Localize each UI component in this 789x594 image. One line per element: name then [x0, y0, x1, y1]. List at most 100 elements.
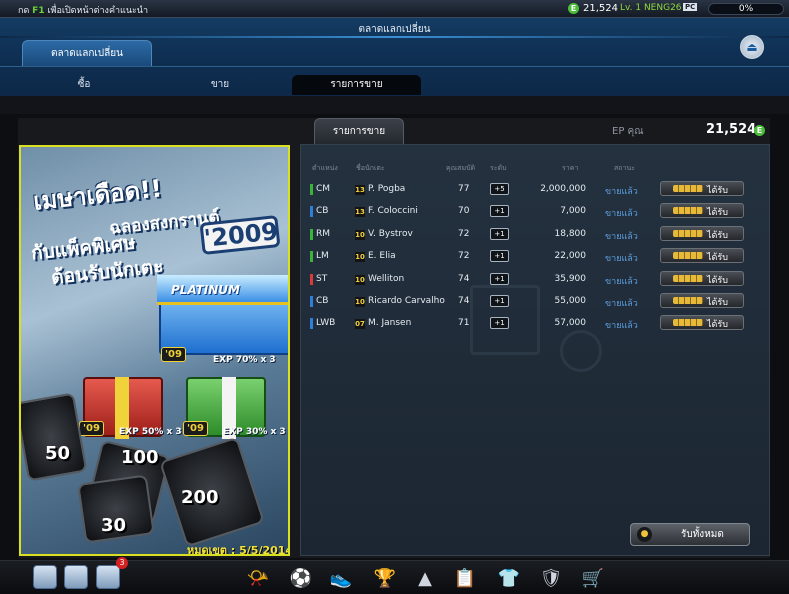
ep-coin-icon: E [568, 3, 579, 14]
claim-all-button[interactable]: ● รับทั้งหมด [630, 523, 750, 546]
notepad-icon[interactable]: 📋 [452, 565, 478, 591]
table-row[interactable]: RM 10 V. Bystrov 72 +1 18,800 ขายแล้ว ได้รับ [310, 225, 760, 245]
row-rating: 72 [458, 251, 470, 262]
row-rating: 77 [458, 184, 470, 194]
subtab-sale-list[interactable]: รายการขาย [292, 75, 421, 95]
table-row[interactable]: ST 10 Welliton 74 +1 35,900 ขายแล้ว ได้รับ [310, 270, 760, 290]
platinum-exp: EXP 70% x 3 [213, 355, 276, 365]
trophy-icon[interactable]: 🏆 [372, 565, 398, 591]
receive-label: ได้รับ [707, 320, 728, 331]
receive-label: ได้รับ [707, 275, 728, 286]
coins-icon [673, 207, 703, 215]
row-rating: 72 [458, 228, 470, 239]
title-divider [0, 36, 789, 38]
receive-button[interactable]: ได้รับ [660, 248, 744, 264]
receive-button[interactable]: ได้รับ [660, 181, 744, 196]
subtab-sell[interactable]: ขาย [180, 75, 260, 95]
row-player-name[interactable]: Welliton [368, 274, 404, 284]
receive-button[interactable]: ได้รับ [660, 225, 744, 241]
coins-icon [673, 252, 703, 260]
row-upgrade: +1 [490, 295, 509, 307]
row-price: 18,800 [554, 228, 587, 239]
row-rating: 70 [458, 206, 470, 217]
jersey-icon[interactable]: 👕 [496, 565, 522, 591]
row-price: 35,900 [554, 273, 587, 284]
ep-coin-icon: E [754, 125, 765, 136]
table-row[interactable]: LWB 07 M. Jansen 71 +1 57,000 ขายแล้ว ได้รับ [310, 314, 760, 334]
receive-button[interactable]: ได้รับ [660, 293, 744, 308]
season-badge: 10 [355, 297, 365, 307]
row-player-name[interactable]: Ricardo Carvalho [368, 296, 445, 306]
row-price: 22,000 [554, 251, 587, 262]
ranking-icon[interactable]: ▲ [412, 565, 438, 591]
row-status: ขายแล้ว [605, 299, 638, 309]
table-row[interactable]: LM 10 E. Elia 72 +1 22,000 ขายแล้ว ได้รับ [310, 247, 760, 267]
red-exp: EXP 50% x 3 [119, 427, 182, 437]
row-player-name[interactable]: P. Pogba [368, 184, 405, 194]
ball-icon[interactable]: ⚽ [288, 565, 314, 591]
table-row[interactable]: CM 13 P. Pogba 77 +5 2,000,000 ขายแล้ว ได้รับ [310, 180, 760, 200]
col-status: สถานะ [614, 164, 635, 172]
row-status: ขายแล้ว [605, 276, 638, 287]
row-upgrade: +1 [490, 250, 509, 263]
ep-label: EP คุณ [612, 126, 644, 137]
row-rating: 71 [458, 318, 470, 329]
platinum-label: PLATINUM [171, 283, 240, 297]
row-position: CB [316, 296, 329, 306]
row-price: 55,000 [554, 296, 587, 306]
platinum-pack-icon: PLATINUM [157, 275, 288, 355]
row-player-name[interactable]: F. Coloccini [368, 206, 418, 216]
row-player-name[interactable]: V. Bystrov [368, 229, 413, 239]
row-position: ST [316, 273, 328, 284]
green-exp: EXP 30% x 3 [223, 427, 286, 437]
promo-banner[interactable]: เมษาเดือด!! ฉลองสงกรานต์ กับแพ็คพิเศษ ต้… [19, 145, 290, 556]
tab-sale-list[interactable]: รายการขาย [314, 118, 404, 144]
circle-watermark-icon [560, 330, 602, 372]
profile-icon[interactable] [33, 565, 57, 589]
top-status-bar: กด F1 เพื่อเปิดหน้าต่างคำแนะนำ E 21,524 … [0, 0, 789, 18]
receive-label: ได้รับ [707, 253, 728, 264]
pc-badge: PC [683, 3, 698, 11]
eject-icon[interactable]: ⏏ [740, 35, 764, 59]
row-price: 2,000,000 [540, 184, 586, 194]
table-row[interactable]: CB 13 F. Coloccini 70 +1 7,000 ขายแล้ว ได้รับ [310, 202, 760, 222]
pack-value-200: 200 [181, 487, 219, 508]
club-icon[interactable]: 🛡 [538, 565, 564, 591]
list-icon[interactable] [64, 565, 88, 589]
whistle-icon[interactable]: 📯 [245, 565, 271, 591]
season-badge: 10 [355, 274, 365, 285]
cart-icon[interactable]: 🛒 [580, 565, 606, 591]
subtab-buy[interactable]: ซื้อ [44, 75, 124, 95]
coins-icon [673, 185, 703, 192]
banner-year-badge: '2009 [199, 215, 281, 255]
col-level: ระดับ [490, 164, 507, 172]
row-upgrade: +1 [490, 272, 509, 285]
receive-label: ได้รับ [707, 230, 728, 241]
season-badge: 10 [355, 229, 365, 240]
ep-value: 21,524 [706, 122, 757, 137]
row-position: LM [316, 251, 329, 262]
season-badge: 13 [355, 185, 365, 195]
col-price: ราคา [562, 164, 579, 172]
row-status: ขายแล้ว [605, 254, 638, 265]
mail-badge: 3 [116, 557, 128, 569]
header: ตลาดแลกเปลี่ยน ตลาดแลกเปลี่ยน ⏏ ซื้อ ขาย… [0, 18, 789, 96]
row-status: ขายแล้ว [605, 321, 638, 332]
table-row[interactable]: CB 10 Ricardo Carvalho 74 +1 55,000 ขายแล้ว ได้… [310, 292, 760, 312]
tab-market[interactable]: ตลาดแลกเปลี่ยน [22, 40, 152, 66]
row-upgrade: +1 [490, 205, 509, 218]
coins-icon [673, 319, 703, 327]
boot-icon[interactable]: 👟 [328, 565, 354, 591]
receive-button[interactable]: ได้รับ [660, 315, 744, 331]
row-status: ขายแล้ว [605, 209, 638, 220]
row-price: 7,000 [560, 206, 586, 217]
mail-icon[interactable] [96, 565, 120, 589]
receive-button[interactable]: ได้รับ [660, 270, 744, 286]
row-player-name[interactable]: M. Jansen [368, 318, 411, 328]
col-attribute: คุณสมบัติ [446, 164, 476, 172]
help-hint: กด F1 เพื่อเปิดหน้าต่างคำแนะนำ [18, 3, 148, 17]
window-title: ตลาดแลกเปลี่ยน [358, 24, 431, 35]
receive-button[interactable]: ได้รับ [660, 203, 744, 219]
row-player-name[interactable]: E. Elia [368, 251, 396, 261]
row-price: 57,000 [554, 318, 587, 329]
